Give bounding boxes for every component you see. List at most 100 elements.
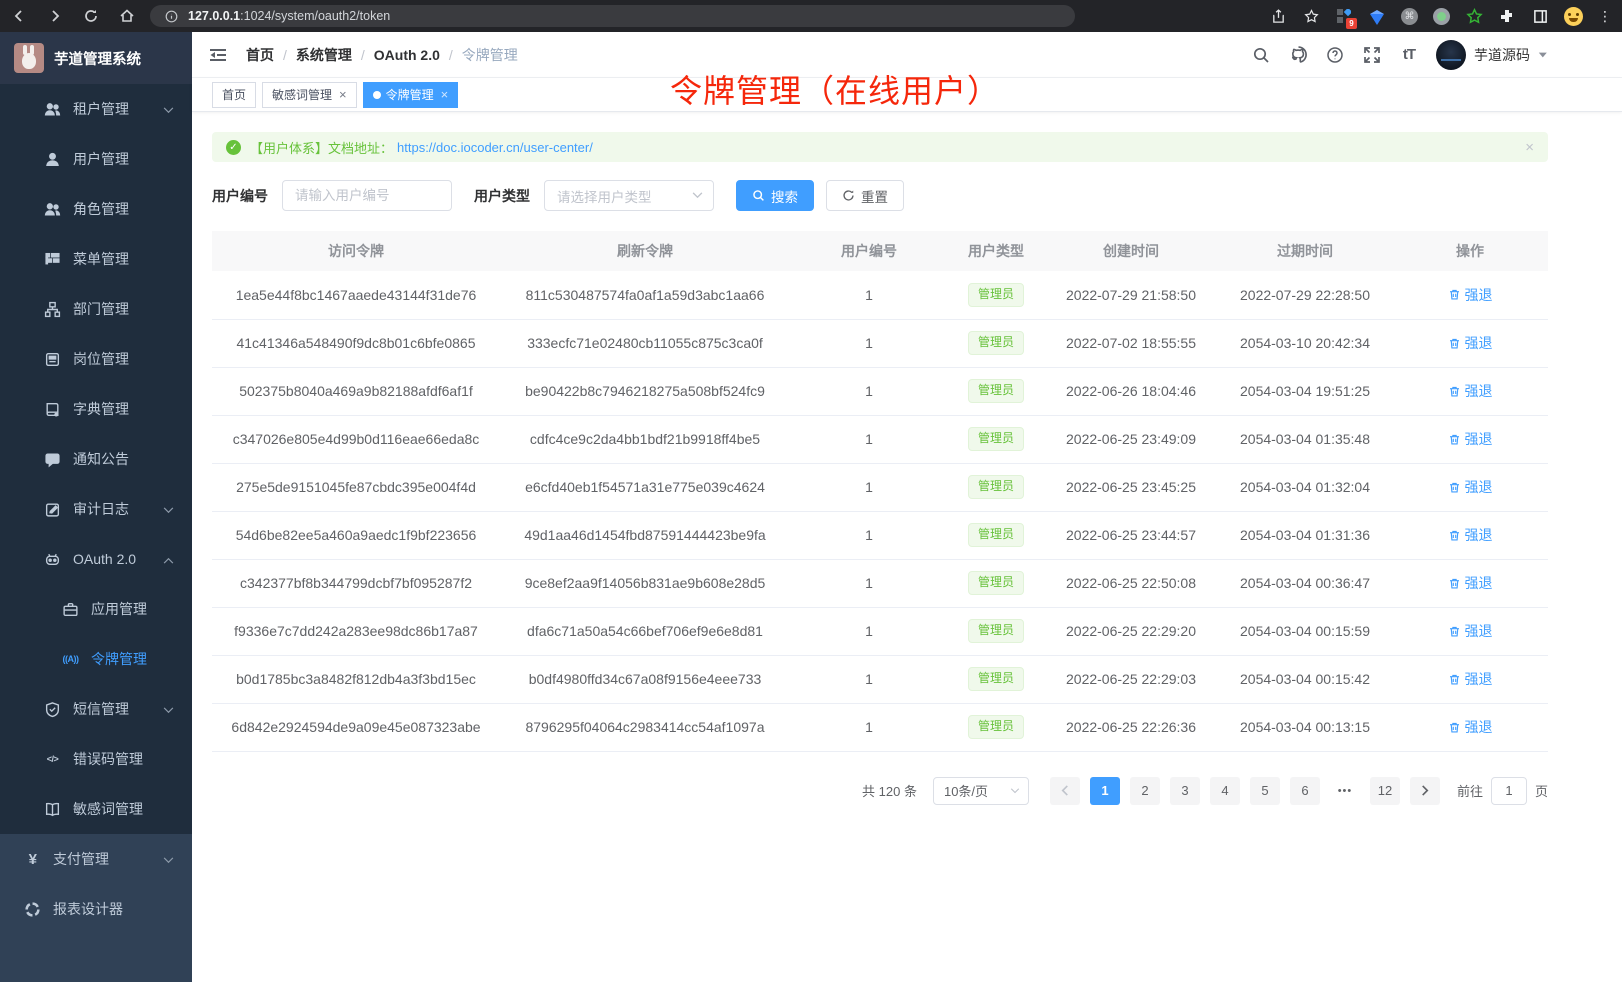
- star-icon[interactable]: [1302, 7, 1320, 25]
- sidebar-item-app[interactable]: 应用管理: [0, 584, 192, 634]
- user-id-cell: 1: [790, 655, 948, 703]
- sidebar-item-sensitive[interactable]: 敏感词管理: [0, 784, 192, 834]
- app-icon: [62, 601, 79, 618]
- breadcrumb-item[interactable]: OAuth 2.0: [374, 47, 440, 63]
- sidebar-item-report[interactable]: 报表设计器: [0, 884, 192, 934]
- sidebar-item-sms[interactable]: 短信管理: [0, 684, 192, 734]
- font-size-icon[interactable]: tT: [1399, 45, 1419, 65]
- page-size-select[interactable]: 10条/页: [933, 777, 1029, 805]
- share-icon[interactable]: [1269, 7, 1287, 25]
- force-logout-button[interactable]: 强退: [1448, 429, 1493, 449]
- sidebar-item-role[interactable]: 角色管理: [0, 184, 192, 234]
- column-header: 刷新令牌: [500, 231, 790, 271]
- sidebar-item-pay[interactable]: ¥ 支付管理: [0, 834, 192, 884]
- access-token-cell: b0d1785bc3a8482f812db4a3f3bd15ec: [212, 655, 500, 703]
- table-row: 41c41346a548490f9dc8b01c6bfe0865 333ecfc…: [212, 319, 1548, 367]
- sidebar: 芋道管理系统 租户管理 用户管理 角色管理 菜单管理 部门管理 岗位管理 字典管…: [0, 32, 192, 982]
- alert-doc-link[interactable]: https://doc.iocoder.cn/user-center/: [397, 140, 593, 155]
- sidebar-item-tenant[interactable]: 租户管理: [0, 84, 192, 134]
- page-button-1[interactable]: 1: [1090, 777, 1120, 805]
- search-icon[interactable]: [1251, 45, 1271, 65]
- force-logout-button[interactable]: 强退: [1448, 381, 1493, 401]
- username: 芋道源码: [1474, 45, 1530, 65]
- user-id-input[interactable]: [282, 180, 452, 211]
- page-button-6[interactable]: 6: [1290, 777, 1320, 805]
- search-button[interactable]: 搜索: [736, 180, 814, 211]
- back-icon[interactable]: [10, 7, 28, 25]
- breadcrumb-item[interactable]: 系统管理: [296, 45, 352, 65]
- page-button-5[interactable]: 5: [1250, 777, 1280, 805]
- force-logout-button[interactable]: 强退: [1448, 333, 1493, 353]
- breadcrumb-item[interactable]: 首页: [246, 45, 274, 65]
- github-icon[interactable]: [1288, 45, 1308, 65]
- sidebar-item-user[interactable]: 用户管理: [0, 134, 192, 184]
- force-logout-button[interactable]: 强退: [1448, 285, 1493, 305]
- prev-page-button[interactable]: [1050, 777, 1080, 805]
- star-extension-icon[interactable]: [1465, 7, 1483, 25]
- force-logout-button[interactable]: 强退: [1448, 477, 1493, 497]
- puzzle-extension-icon[interactable]: [1498, 7, 1516, 25]
- reset-button[interactable]: 重置: [826, 180, 904, 211]
- reload-icon[interactable]: [82, 7, 100, 25]
- sidebar-item-audit[interactable]: 审计日志: [0, 484, 192, 534]
- sidebar-item-post[interactable]: 岗位管理: [0, 334, 192, 384]
- page-button-12[interactable]: 12: [1370, 777, 1400, 805]
- sidebar-item-errcode[interactable]: </> 错误码管理: [0, 734, 192, 784]
- next-page-button[interactable]: [1410, 777, 1440, 805]
- token-icon: ((A)): [62, 651, 79, 668]
- sidebar-toggle-icon[interactable]: [1531, 7, 1549, 25]
- column-header: 操作: [1392, 231, 1548, 271]
- chevron-down-icon: [692, 192, 703, 199]
- tab-close-icon[interactable]: ×: [339, 88, 347, 101]
- forward-icon[interactable]: [46, 7, 64, 25]
- force-logout-button[interactable]: 强退: [1448, 621, 1493, 641]
- sidebar-item-dept[interactable]: 部门管理: [0, 284, 192, 334]
- access-token-cell: 54d6be82ee5a460a9aedc1f9bf223656: [212, 511, 500, 559]
- home-icon[interactable]: [118, 7, 136, 25]
- sidebar-item-oauth2[interactable]: OAuth 2.0: [0, 534, 192, 584]
- post-icon: [44, 351, 61, 368]
- column-header: 用户编号: [790, 231, 948, 271]
- tab-令牌管理[interactable]: 令牌管理×: [363, 82, 459, 108]
- tab-首页[interactable]: 首页: [212, 82, 256, 108]
- menu-dots-icon[interactable]: ⋮: [1598, 13, 1612, 19]
- tab-close-icon[interactable]: ×: [441, 88, 449, 101]
- fullscreen-icon[interactable]: [1362, 45, 1382, 65]
- profile-avatar[interactable]: [1564, 7, 1583, 26]
- command-extension-icon[interactable]: ⌘: [1401, 8, 1418, 25]
- refresh-token-cell: 811c530487574fa0af1a59d3abc1aa66: [500, 271, 790, 319]
- created-time-cell: 2022-06-25 23:44:57: [1044, 511, 1218, 559]
- extension-blocks-icon[interactable]: 9: [1335, 7, 1353, 25]
- help-icon[interactable]: [1325, 45, 1345, 65]
- sidebar-collapse-icon[interactable]: [208, 44, 230, 66]
- sidebar-item-menu[interactable]: 菜单管理: [0, 234, 192, 284]
- page-button-2[interactable]: 2: [1130, 777, 1160, 805]
- access-token-cell: 275e5de9151045fe87cbdc395e004f4d: [212, 463, 500, 511]
- sidebar-item-notice[interactable]: 通知公告: [0, 434, 192, 484]
- force-logout-button[interactable]: 强退: [1448, 669, 1493, 689]
- trash-icon: [1448, 481, 1461, 494]
- recorder-extension-icon[interactable]: [1433, 8, 1450, 25]
- gem-extension-icon[interactable]: [1368, 7, 1386, 25]
- app-title: 芋道管理系统: [54, 48, 141, 69]
- user-id-cell: 1: [790, 367, 948, 415]
- info-icon[interactable]: [162, 7, 180, 25]
- alert-close-icon[interactable]: ×: [1525, 139, 1534, 156]
- tab-敏感词管理[interactable]: 敏感词管理×: [262, 82, 357, 108]
- force-logout-button[interactable]: 强退: [1448, 573, 1493, 593]
- page-button-3[interactable]: 3: [1170, 777, 1200, 805]
- url-bar[interactable]: 127.0.0.1:1024/system/oauth2/token: [150, 5, 1075, 27]
- tenant-icon: [44, 101, 61, 118]
- page-button-4[interactable]: 4: [1210, 777, 1240, 805]
- force-logout-button[interactable]: 强退: [1448, 717, 1493, 737]
- pay-icon: ¥: [24, 851, 41, 868]
- sidebar-item-dict[interactable]: 字典管理: [0, 384, 192, 434]
- app-logo[interactable]: 芋道管理系统: [0, 32, 192, 84]
- sidebar-submenu-system: 租户管理 用户管理 角色管理 菜单管理 部门管理 岗位管理 字典管理 通知公告 …: [0, 84, 192, 834]
- sidebar-item-token[interactable]: ((A)) 令牌管理: [0, 634, 192, 684]
- notice-icon: [44, 451, 61, 468]
- force-logout-button[interactable]: 强退: [1448, 525, 1493, 545]
- user-type-select[interactable]: 请选择用户类型: [544, 180, 714, 211]
- goto-page-input[interactable]: [1491, 777, 1527, 805]
- user-menu[interactable]: 芋道源码: [1436, 40, 1548, 70]
